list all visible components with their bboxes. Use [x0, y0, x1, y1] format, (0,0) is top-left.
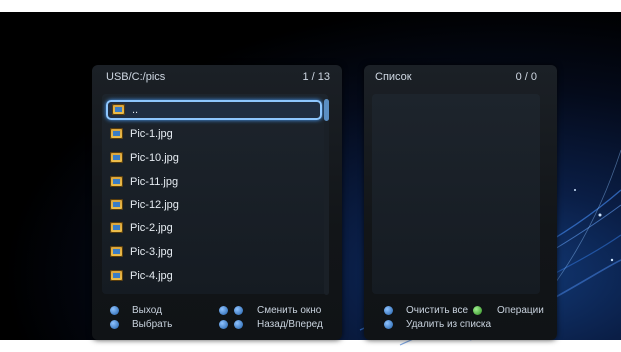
- page-forward-icon: [234, 320, 243, 329]
- hint-clear-all: Очистить все: [406, 305, 469, 316]
- hint-back-forward: Назад/Вперед: [257, 319, 323, 330]
- folder-up-icon: [112, 104, 125, 115]
- hint-switch-window: Сменить окно: [257, 305, 322, 316]
- file-item[interactable]: Pic-12.jpg: [106, 195, 322, 215]
- file-counter: 1 / 13: [302, 71, 330, 83]
- file-browser-panel: USB/C:/pics 1 / 13 .. Pic-1.jpg Pic-10.j…: [92, 65, 342, 340]
- file-item[interactable]: Pic-2.jpg: [106, 218, 322, 238]
- file-item-label: Pic-4.jpg: [130, 270, 173, 282]
- file-item-label: ..: [132, 104, 139, 116]
- page-back-icon: [219, 320, 228, 329]
- image-file-icon: [110, 176, 123, 187]
- file-item-label: Pic-3.jpg: [130, 246, 173, 258]
- file-item-label: Pic-2.jpg: [130, 222, 173, 234]
- hint-select: Выбрать: [132, 319, 173, 330]
- file-item[interactable]: Pic-11.jpg: [106, 172, 322, 192]
- exit-button-icon: [110, 306, 119, 315]
- file-item-parent-folder[interactable]: ..: [106, 100, 322, 120]
- image-file-icon: [110, 270, 123, 281]
- playlist-list: [372, 94, 540, 294]
- file-item-label: Pic-10.jpg: [130, 152, 179, 164]
- hint-operations: Операции: [497, 305, 544, 316]
- hint-exit: Выход: [132, 305, 162, 316]
- hint-remove-from-list: Удалить из списка: [406, 319, 492, 330]
- remove-button-icon: [384, 320, 393, 329]
- image-file-icon: [110, 128, 123, 139]
- file-item[interactable]: Pic-1.jpg: [106, 124, 322, 144]
- image-file-icon: [110, 246, 123, 257]
- scrollbar-thumb[interactable]: [324, 99, 329, 121]
- operations-button-icon: [473, 306, 482, 315]
- playlist-panel: Список 0 / 0 Очистить все Операции Удали…: [364, 65, 557, 340]
- file-item-label: Pic-1.jpg: [130, 128, 173, 140]
- clear-all-button-icon: [384, 306, 393, 315]
- file-item[interactable]: Pic-10.jpg: [106, 148, 322, 168]
- playlist-counter: 0 / 0: [515, 71, 537, 83]
- file-item-label: Pic-11.jpg: [130, 176, 179, 188]
- playlist-title: Список: [375, 71, 412, 83]
- media-browser-screen: USB/C:/pics 1 / 13 .. Pic-1.jpg Pic-10.j…: [0, 0, 621, 352]
- file-browser-header: USB/C:/pics 1 / 13: [92, 65, 342, 87]
- file-list: .. Pic-1.jpg Pic-10.jpg Pic-11.jpg Pic-1…: [102, 94, 328, 294]
- select-button-icon: [110, 320, 119, 329]
- arrow-left-icon: [219, 306, 228, 315]
- arrow-right-icon: [234, 306, 243, 315]
- file-item-label: Pic-12.jpg: [130, 199, 179, 211]
- image-file-icon: [110, 222, 123, 233]
- image-file-icon: [110, 152, 123, 163]
- current-path: USB/C:/pics: [106, 71, 166, 83]
- file-item[interactable]: Pic-4.jpg: [106, 266, 322, 286]
- file-list-scrollbar[interactable]: [324, 99, 329, 295]
- image-file-icon: [110, 199, 123, 210]
- file-item[interactable]: Pic-3.jpg: [106, 242, 322, 262]
- playlist-header: Список 0 / 0: [364, 65, 557, 87]
